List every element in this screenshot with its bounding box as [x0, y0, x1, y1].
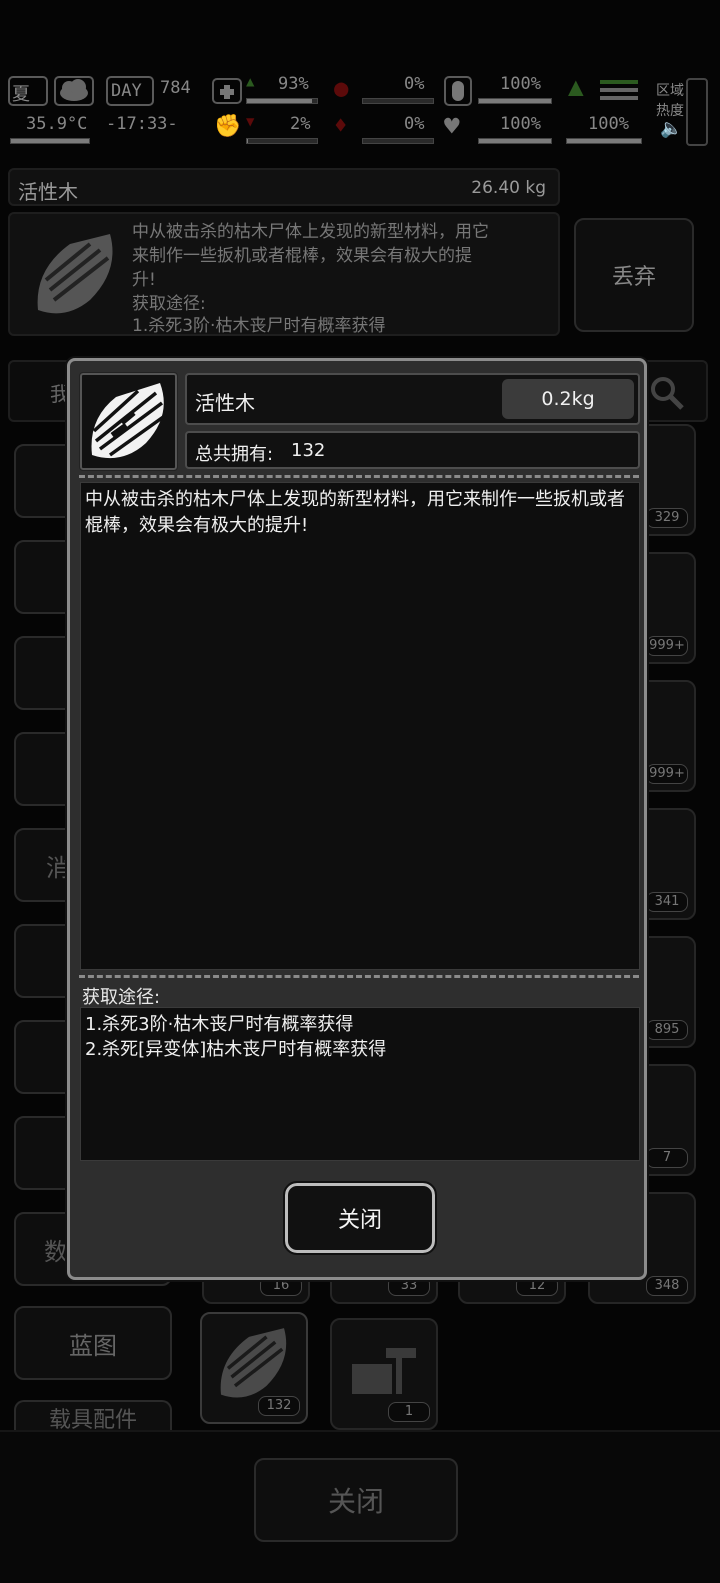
grid-item-count: 329 [646, 508, 688, 528]
muscle-icon: ✊ [214, 114, 242, 139]
heart-icon: ♥ [444, 112, 460, 142]
health-top-value: 93% [278, 74, 309, 94]
health-bottom-value: 2% [290, 114, 311, 134]
bg-item-info-panel: 中从被击杀的枯木尸体上发现的新型材料，用它 来制作一些扳机或者棍棒，效果会有极大… [8, 212, 560, 336]
item-weight-badge: 0.2kg [502, 379, 634, 419]
bg-item-weight: 26.40 kg [471, 178, 546, 198]
weather-icon [54, 76, 94, 106]
temperature-readout: 35.9°C [26, 114, 88, 134]
item-name-bar: 活性木 0.2kg [185, 373, 640, 425]
grid-item-count: 895 [646, 1020, 688, 1040]
health-bottom-bar-fill [247, 139, 249, 143]
item-description: 中从被击杀的枯木尸体上发现的新型材料，用它来制作一些扳机或者棍棒，效果会有极大的… [85, 489, 625, 536]
grid-item-count: 999+ [646, 636, 688, 656]
day-counter: 784 [160, 78, 191, 98]
active-wood-icon [91, 383, 168, 459]
flask-icon: ▲ [568, 72, 584, 102]
day-label-box: DAY [106, 76, 154, 106]
bg-desc-line-2: 来制作一些扳机或者棍棒，效果会有极大的提 [132, 246, 472, 266]
status-hud: 夏 DAY 784 35.9°C -17:33- ▲ 93% ✊ ▼ 2% ● … [0, 70, 720, 150]
clock-readout: -17:33- [106, 114, 178, 134]
bg-desc-line-4: 获取途径: [132, 294, 206, 314]
bg-item-name: 活性木 [18, 180, 78, 204]
divider [79, 975, 639, 978]
item-icon-frame [79, 372, 178, 471]
zone-heat-gauge [686, 78, 708, 146]
bg-close-button[interactable]: 关闭 [254, 1458, 458, 1542]
stat-right-bottom-bar [566, 138, 642, 144]
stat-mid-top-value: 100% [500, 74, 541, 94]
stomach-icon: ● [334, 74, 349, 102]
temperature-bar-fill [11, 139, 89, 143]
speaker-icon[interactable]: 🔈 [660, 118, 682, 139]
stat-mid-bottom-bar [478, 138, 552, 144]
owned-count-bar: 总共拥有: 132 [185, 431, 640, 469]
grid-item-count: 341 [646, 892, 688, 912]
grid-item-count: 1 [388, 1402, 430, 1422]
health-top-bar [246, 98, 318, 104]
zone-label-1: 区域 [656, 83, 684, 99]
up-arrow-icon: ▲ [246, 74, 255, 90]
stat-right-bottom-bar-fill [567, 139, 641, 143]
search-icon[interactable] [648, 374, 686, 412]
trap-icon [352, 1348, 416, 1394]
bg-item-title-bar: 活性木 26.40 kg [8, 168, 560, 206]
pill-icon [444, 76, 472, 106]
grid-item-count: 132 [258, 1396, 300, 1416]
hud-element [600, 80, 638, 84]
item-detail-modal: 活性木 0.2kg 总共拥有: 132 中从被击杀的枯木尸体上发现的新型材料，用… [67, 358, 647, 1280]
close-button[interactable]: 关闭 [283, 1181, 437, 1255]
stat-mid-top-bar-fill [479, 99, 551, 103]
grid-item-count: 999+ [646, 764, 688, 784]
grid-item-trap[interactable]: 1 [330, 1318, 438, 1430]
temperature-bar [10, 138, 90, 144]
wood-icon [220, 1328, 287, 1398]
grid-item-active-wood[interactable]: 132 [200, 1312, 308, 1424]
season-box: 夏 [8, 76, 48, 106]
source-line: 1.杀死3阶·枯木丧尸时有概率获得 [85, 1014, 354, 1035]
bg-desc-line-5: 1.杀死3阶·枯木丧尸时有概率获得 [132, 316, 386, 336]
discard-button[interactable]: 丢弃 [574, 218, 694, 332]
vehicle-parts-tab[interactable]: 载具配件 [14, 1400, 172, 1430]
stat-mid-bottom-value: 100% [500, 114, 541, 134]
grid-item-count: 348 [646, 1276, 688, 1296]
zone-label-2: 热度 [656, 103, 684, 119]
owned-value: 132 [291, 440, 326, 461]
stat-right-bottom-value: 100% [588, 114, 629, 134]
day-label: DAY [111, 81, 142, 101]
blueprint-tab[interactable]: 蓝图 [14, 1306, 172, 1380]
source-panel[interactable]: 1.杀死3阶·枯木丧尸时有概率获得 2.杀死[异变体]枯木丧尸时有概率获得 [80, 1007, 640, 1161]
source-line: 2.杀死[异变体]枯木丧尸时有概率获得 [85, 1039, 387, 1060]
hud-element [600, 88, 638, 92]
medkit-icon [212, 78, 242, 104]
bg-wood-icon [37, 234, 113, 314]
grid-item-count: 7 [646, 1148, 688, 1168]
bg-desc-line-3: 升! [132, 270, 156, 290]
stat-red-top-bar [362, 98, 434, 104]
season-label: 夏 [12, 84, 30, 105]
down-arrow-icon: ▼ [246, 114, 255, 130]
blood-drop-icon: ♦ [334, 114, 348, 139]
health-top-bar-fill [247, 99, 313, 103]
hud-element [600, 96, 638, 100]
stat-red-bottom-bar [362, 138, 434, 144]
owned-label: 总共拥有: [195, 444, 274, 465]
bg-desc-line-1: 中从被击杀的枯木尸体上发现的新型材料，用它 [132, 222, 489, 242]
divider [79, 475, 639, 478]
source-title: 获取途径: [82, 987, 161, 1008]
stat-red-bottom-value: 0% [404, 114, 425, 134]
health-bottom-bar [246, 138, 318, 144]
item-name: 活性木 [195, 391, 255, 415]
stat-red-top-value: 0% [404, 74, 425, 94]
description-panel[interactable]: 中从被击杀的枯木尸体上发现的新型材料，用它来制作一些扳机或者棍棒，效果会有极大的… [80, 482, 640, 970]
stat-mid-bottom-bar-fill [479, 139, 551, 143]
stat-mid-top-bar [478, 98, 552, 104]
